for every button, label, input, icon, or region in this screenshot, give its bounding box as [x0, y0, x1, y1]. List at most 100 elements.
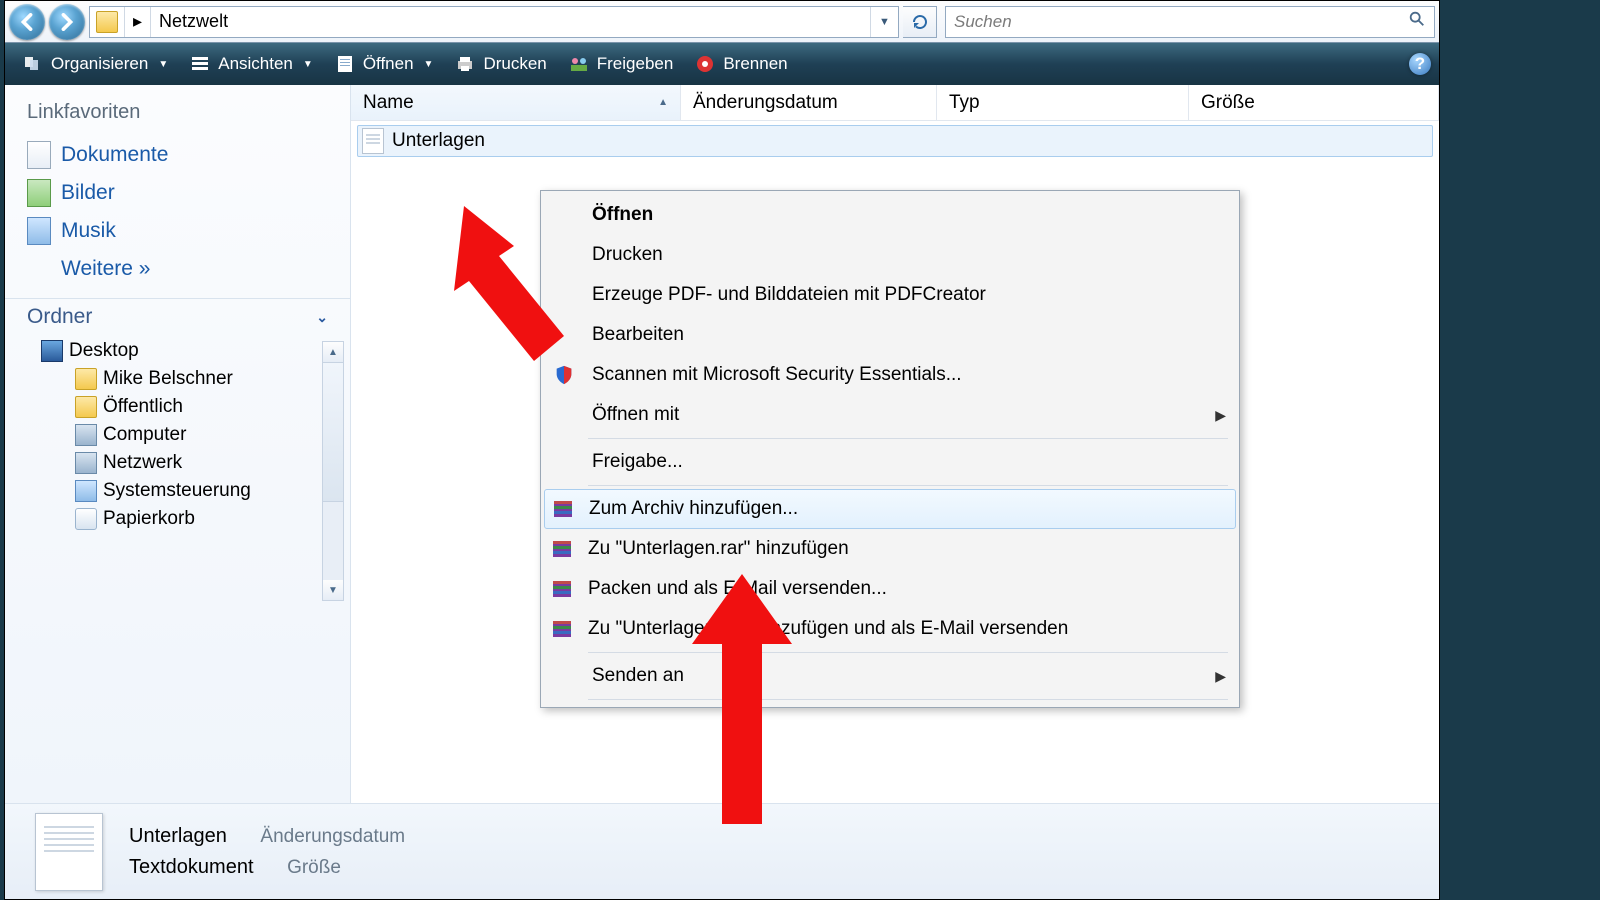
folder-icon	[75, 396, 97, 418]
column-type[interactable]: Typ	[937, 85, 1189, 120]
separator	[588, 438, 1228, 439]
share-icon	[569, 54, 589, 74]
chevron-down-icon: ▼	[158, 59, 168, 70]
open-button[interactable]: Öffnen ▼	[325, 50, 444, 78]
refresh-button[interactable]	[903, 6, 937, 38]
ctx-share[interactable]: Freigabe...	[544, 442, 1236, 482]
tree-item-public[interactable]: Öffentlich	[41, 393, 350, 421]
column-name[interactable]: Name ▲	[351, 85, 681, 120]
ctx-edit[interactable]: Bearbeiten	[544, 315, 1236, 355]
help-button[interactable]: ?	[1409, 53, 1431, 75]
views-icon	[190, 54, 210, 74]
sidebar-link-label: Dokumente	[61, 143, 168, 167]
tree-scrollbar[interactable]: ▲ ▼	[322, 341, 344, 601]
spacer	[550, 401, 578, 429]
ctx-add-to-archive[interactable]: Zum Archiv hinzufügen...	[544, 489, 1236, 529]
tree-item-control-panel[interactable]: Systemsteuerung	[41, 477, 350, 505]
print-button[interactable]: Drucken	[445, 50, 556, 78]
column-modified[interactable]: Änderungsdatum	[681, 85, 937, 120]
tree-item-computer[interactable]: Computer	[41, 421, 350, 449]
ctx-add-rar-mail[interactable]: Zu "Unterlagen.rar" hinzufügen und als E…	[544, 609, 1236, 649]
rar-icon	[550, 577, 574, 601]
navigation-bar: ▸ Netzwelt ▼ Suchen	[5, 1, 1439, 43]
sidebar-link-label: Weitere »	[61, 257, 151, 281]
views-button[interactable]: Ansichten ▼	[180, 50, 323, 78]
tree-label: Systemsteuerung	[103, 480, 251, 502]
spacer	[27, 255, 51, 283]
forward-button[interactable]	[49, 4, 85, 40]
tree-item-network[interactable]: Netzwerk	[41, 449, 350, 477]
spacer	[550, 662, 578, 690]
scroll-down-icon[interactable]: ▼	[323, 580, 343, 600]
column-label: Größe	[1201, 92, 1255, 114]
rar-icon	[551, 497, 575, 521]
breadcrumb-arrow[interactable]: ▸	[124, 7, 150, 37]
ctx-open[interactable]: Öffnen	[544, 195, 1236, 235]
ctx-add-to-rar[interactable]: Zu "Unterlagen.rar" hinzufügen	[544, 529, 1236, 569]
sidebar-link-more[interactable]: Weitere »	[5, 250, 350, 288]
address-dropdown[interactable]: ▼	[870, 7, 898, 37]
music-icon	[27, 217, 51, 245]
annotation-arrow	[682, 574, 802, 834]
ctx-print[interactable]: Drucken	[544, 235, 1236, 275]
folder-icon	[96, 11, 118, 33]
chevron-down-icon: ▼	[424, 59, 434, 70]
search-input[interactable]: Suchen	[945, 6, 1435, 38]
chevron-down-icon: ▼	[303, 59, 313, 70]
ctx-label: Freigabe...	[592, 451, 683, 473]
tree-label: Desktop	[69, 340, 139, 362]
scroll-thumb[interactable]	[323, 362, 343, 502]
rar-icon	[550, 537, 574, 561]
column-headers: Name ▲ Änderungsdatum Typ Größe	[351, 85, 1439, 121]
ctx-send-to[interactable]: Senden an ▶	[544, 656, 1236, 696]
folders-label: Ordner	[27, 305, 92, 329]
folders-header[interactable]: Ordner ⌄	[5, 298, 350, 335]
sidebar-link-pictures[interactable]: Bilder	[5, 174, 350, 212]
details-filename: Unterlagen	[129, 825, 227, 847]
back-button[interactable]	[9, 4, 45, 40]
tree-item-recycle-bin[interactable]: Papierkorb	[41, 505, 350, 533]
breadcrumb-folder[interactable]: Netzwelt	[150, 7, 236, 37]
ctx-label: Senden an	[592, 665, 684, 687]
tree-label: Netzwerk	[103, 452, 182, 474]
ctx-label: Erzeuge PDF- und Bilddateien mit PDFCrea…	[592, 284, 986, 306]
open-icon	[335, 54, 355, 74]
pictures-icon	[27, 179, 51, 207]
search-icon	[1408, 10, 1426, 33]
details-size-label: Größe	[287, 857, 341, 878]
control-panel-icon	[75, 480, 97, 502]
tree-item-user[interactable]: Mike Belschner	[41, 365, 350, 393]
favorites-header: Linkfavoriten	[5, 95, 350, 136]
burn-button[interactable]: Brennen	[685, 50, 797, 78]
file-row[interactable]: Unterlagen	[357, 125, 1433, 157]
sidebar-link-documents[interactable]: Dokumente	[5, 136, 350, 174]
command-bar: Organisieren ▼ Ansichten ▼ Öffnen ▼ Druc…	[5, 43, 1439, 85]
ctx-scan[interactable]: Scannen mit Microsoft Security Essential…	[544, 355, 1236, 395]
spacer	[550, 448, 578, 476]
folder-tree: Desktop Mike Belschner Öffentlich Comput…	[5, 335, 350, 803]
tree-item-desktop[interactable]: Desktop	[41, 337, 350, 365]
share-button[interactable]: Freigeben	[559, 50, 684, 78]
organize-icon	[23, 54, 43, 74]
network-icon	[75, 452, 97, 474]
sidebar-link-label: Bilder	[61, 181, 115, 205]
scroll-up-icon[interactable]: ▲	[323, 342, 343, 362]
ctx-pack-mail[interactable]: Packen und als E-Mail versenden...	[544, 569, 1236, 609]
ctx-label: Öffnen mit	[592, 404, 679, 426]
organize-button[interactable]: Organisieren ▼	[13, 50, 178, 78]
column-label: Typ	[949, 92, 980, 114]
address-bar[interactable]: ▸ Netzwelt ▼	[89, 6, 899, 38]
open-label: Öffnen	[363, 54, 414, 74]
navigation-pane: Linkfavoriten Dokumente Bilder Musik Wei…	[5, 85, 351, 803]
details-modified-label: Änderungsdatum	[260, 826, 405, 847]
ctx-open-with[interactable]: Öffnen mit ▶	[544, 395, 1236, 435]
ctx-pdfcreator[interactable]: Erzeuge PDF- und Bilddateien mit PDFCrea…	[544, 275, 1236, 315]
text-file-icon	[362, 128, 384, 154]
sidebar-link-music[interactable]: Musik	[5, 212, 350, 250]
ctx-label: Scannen mit Microsoft Security Essential…	[592, 364, 962, 386]
context-menu: Öffnen Drucken Erzeuge PDF- und Bilddate…	[540, 190, 1240, 708]
column-size[interactable]: Größe	[1189, 85, 1439, 120]
documents-icon	[27, 141, 51, 169]
rar-icon	[550, 617, 574, 641]
user-folder-icon	[75, 368, 97, 390]
